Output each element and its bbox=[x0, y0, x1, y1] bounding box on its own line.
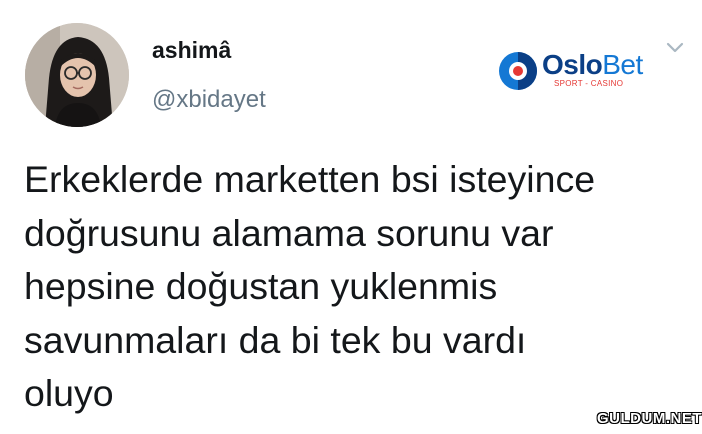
chevron-down-icon[interactable] bbox=[666, 42, 684, 54]
brand-name: OsloBet bbox=[542, 49, 643, 81]
brand-tagline: SPORT - CASINO bbox=[554, 79, 624, 88]
profile-avatar[interactable] bbox=[25, 23, 129, 127]
display-name[interactable]: ashimâ bbox=[152, 37, 231, 64]
brand-name-part2: Bet bbox=[602, 49, 643, 80]
tweet-text-line: hepsine doğustan yuklenmis bbox=[24, 265, 498, 307]
oslobet-logo[interactable]: OsloBet SPORT - CASINO bbox=[498, 46, 663, 98]
tweet-text-line: doğrusunu alamama sorunu var bbox=[24, 211, 554, 254]
site-watermark: GULDUM.NET bbox=[597, 410, 702, 427]
tweet-text-line: Erkeklerde marketten bsi isteyince bbox=[24, 158, 596, 200]
tweet-text-line: savunmaları da bi tek bu vardı bbox=[24, 318, 527, 361]
oslobet-logo-icon bbox=[499, 52, 537, 90]
user-handle[interactable]: @xbidayet bbox=[152, 86, 266, 114]
brand-name-part1: Oslo bbox=[542, 49, 603, 80]
tweet-text-line: oluyo bbox=[24, 372, 114, 414]
tweet-text: Erkeklerde marketten bsi isteyince doğru… bbox=[24, 153, 684, 421]
